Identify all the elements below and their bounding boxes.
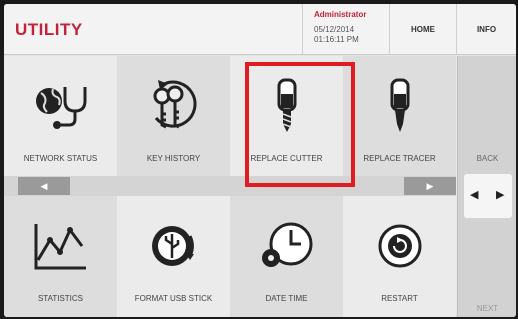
tracer-icon xyxy=(385,76,415,136)
pager-left-icon[interactable]: ◀ xyxy=(470,188,478,201)
tile-statistics[interactable]: STATISTICS xyxy=(4,196,117,317)
tile-label: KEY HISTORY xyxy=(146,154,201,163)
tile-label: RESTART xyxy=(381,294,418,303)
key-history-icon xyxy=(144,76,204,136)
back-label: BACK xyxy=(476,154,499,163)
header-divider xyxy=(302,4,303,55)
arrow-right-icon: ▶ xyxy=(426,180,434,191)
current-time: 01:16:11 PM xyxy=(314,35,359,44)
restart-icon xyxy=(375,216,425,276)
home-button[interactable]: HOME xyxy=(390,4,456,55)
pager-right-icon[interactable]: ▶ xyxy=(496,188,504,201)
header-bar: UTILITY Administrator 05/12/2014 01:16:1… xyxy=(4,4,516,55)
tile-label: STATISTICS xyxy=(37,294,84,303)
network-stethoscope-icon xyxy=(31,76,91,136)
utility-grid: NETWORK STATUS KEY HISTORY REPLACE CUTTE… xyxy=(4,56,456,317)
prev-page-button[interactable]: ◀ xyxy=(18,177,70,195)
current-date: 05/12/2014 xyxy=(314,25,355,34)
user-name: Administrator xyxy=(314,10,367,19)
tile-key-history[interactable]: KEY HISTORY xyxy=(117,56,230,176)
utility-screen: UTILITY Administrator 05/12/2014 01:16:1… xyxy=(4,4,516,317)
side-pager[interactable]: ◀ ▶ xyxy=(464,174,512,218)
tile-format-usb-stick[interactable]: FORMAT USB STICK xyxy=(117,196,230,317)
line-chart-icon xyxy=(32,216,90,276)
selected-tile-highlight xyxy=(245,62,355,187)
clock-gear-icon xyxy=(257,216,317,276)
arrow-left-icon: ◀ xyxy=(40,180,48,191)
tile-network-status[interactable]: NETWORK STATUS xyxy=(4,56,117,176)
page-title: UTILITY xyxy=(15,20,83,39)
page-nav-strip xyxy=(4,176,456,196)
info-button[interactable]: INFO xyxy=(457,4,516,55)
side-panel: BACK ◀ ▶ NEXT xyxy=(457,56,516,317)
tile-restart[interactable]: RESTART xyxy=(343,196,456,317)
tile-label: FORMAT USB STICK xyxy=(134,294,213,303)
tile-date-time[interactable]: DATE TIME xyxy=(230,196,343,317)
next-label: NEXT xyxy=(476,304,499,313)
tile-replace-tracer[interactable]: REPLACE TRACER xyxy=(343,56,456,176)
next-page-button[interactable]: ▶ xyxy=(404,177,456,195)
tile-label: NETWORK STATUS xyxy=(23,154,98,163)
usb-icon xyxy=(146,216,202,276)
tile-label: REPLACE TRACER xyxy=(363,154,436,163)
tile-label: DATE TIME xyxy=(265,294,308,303)
